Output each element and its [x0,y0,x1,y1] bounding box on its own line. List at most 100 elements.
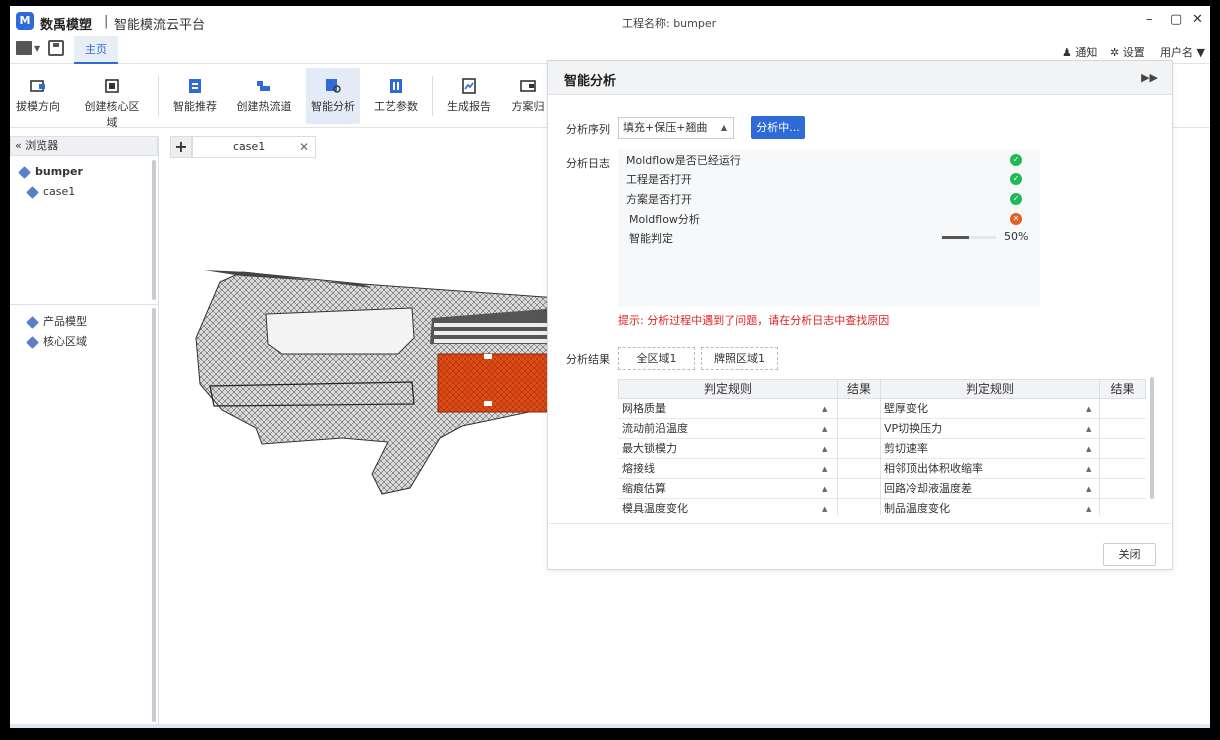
browser-title: 浏览器 [25,139,59,152]
tool-plan-archive[interactable]: 方案归 [510,68,546,124]
rule-cell[interactable]: 网格质量 [618,399,837,419]
rule-cell[interactable]: 回路冷却液温度差 [880,479,1099,499]
dropdown-caret-icon[interactable]: ▲ [822,485,827,493]
smart-recommend-icon [189,79,201,93]
model-scrollbar[interactable] [152,308,156,722]
tab-region-license[interactable]: 牌照区域1 [701,347,778,370]
tree-item-case[interactable]: case1 [26,185,76,199]
rule-cell[interactable]: 制品温度变化 [880,499,1099,515]
save-icon[interactable] [48,40,64,56]
log-row-label: 智能判定 [629,232,673,245]
tab-home[interactable]: 主页 [74,36,118,64]
user-menu[interactable]: 用户名 ▼ [1160,44,1205,60]
check-icon: ✓ [1010,193,1022,205]
rule-cell[interactable]: 相邻顶出体积收缩率 [880,459,1099,479]
hot-runner-icon [257,81,270,91]
tree-case-label: case1 [43,185,76,198]
tab-case[interactable]: case1 ✕ [192,136,316,158]
dropdown-caret-icon[interactable]: ▲ [1086,445,1091,453]
notify-link[interactable]: ♟ 通知 [1062,44,1097,60]
left-panel-border [158,136,159,728]
process-params-icon [390,79,402,93]
rule-cell[interactable]: 壁厚变化 [880,399,1099,419]
run-analysis-button[interactable]: 分析中... [751,116,805,139]
sequence-select[interactable]: 填充+保压+翘曲 ▲ [618,117,734,139]
dropdown-caret-icon[interactable]: ▲ [822,445,827,453]
result-cell [837,439,880,459]
log-row-label: 方案是否打开 [626,193,692,206]
column-divider [837,399,838,515]
panel-footer-divider [548,523,1172,524]
dropdown-caret-icon[interactable]: ▲ [1086,485,1091,493]
dropdown-caret-icon[interactable]: ▲ [1086,425,1091,433]
layer-icon [26,315,39,329]
tool-smart-analysis[interactable]: 智能分析 [306,68,360,124]
sequence-value: 填充+保压+翘曲 [623,121,708,134]
dropdown-caret-icon[interactable]: ▲ [822,465,827,473]
result-cell [1099,499,1146,515]
restore-button[interactable]: ▢ [1170,12,1182,27]
browser-scrollbar[interactable] [152,160,156,300]
column-divider [880,399,881,515]
tree-root-bumper[interactable]: bumper [18,165,83,179]
table-header: 结果 [837,379,881,399]
file-menu-icon[interactable] [16,41,32,55]
tool-smart-recommend[interactable]: 智能推荐 [170,68,220,124]
tree-item-core-region[interactable]: 核心区域 [26,333,87,349]
close-window-button[interactable]: ✕ [1192,12,1203,27]
dropdown-caret-icon[interactable]: ▲ [1086,405,1091,413]
result-cell [1099,399,1146,419]
case-tab-label: case1 [233,140,266,153]
close-tab-icon[interactable]: ✕ [299,137,309,157]
panel-title: 智能分析 [564,74,617,89]
log-row-label: Moldflow是否已经运行 [626,154,741,167]
result-cell [837,459,880,479]
gear-icon: ✲ [1110,46,1120,59]
dropdown-caret-icon[interactable]: ▲ [822,405,827,413]
progress-bar [942,236,996,239]
rule-cell[interactable]: 缩痕估算 [618,479,837,499]
tool-create-hot-runner[interactable]: 创建热流道 [234,68,294,124]
close-button[interactable]: 关闭 [1103,543,1156,566]
status-bar [10,724,1210,728]
dropdown-caret-icon[interactable]: ▲ [1086,505,1091,513]
collapse-panel-icon[interactable]: ▶▶ [1141,71,1158,84]
tab-region-all[interactable]: 全区域1 [618,347,695,370]
tool-label: 工艺参数 [374,100,418,113]
rule-cell[interactable]: VP切换压力 [880,419,1099,439]
tool-generate-report[interactable]: 生成报告 [444,68,494,124]
rule-cell[interactable]: 剪切速率 [880,439,1099,459]
result-cell [837,419,880,439]
minimize-button[interactable]: – [1146,12,1153,27]
table-header: 判定规则 [880,379,1100,399]
tree-item-product-model[interactable]: 产品模型 [26,313,87,329]
check-icon: ✓ [1010,173,1022,185]
rule-cell[interactable]: 熔接线 [618,459,837,479]
file-menu-caret-icon[interactable]: ▼ [34,44,40,53]
progress-text: 50% [1004,230,1029,243]
platform-name: 智能模流云平台 [114,18,206,33]
settings-link[interactable]: ✲ 设置 [1110,44,1145,60]
collapse-left-icon[interactable]: « [15,139,22,152]
brand-separator: | [104,14,109,29]
tool-create-core-region[interactable]: 创建核心区域 [80,68,144,129]
tool-process-params[interactable]: 工艺参数 [372,68,420,124]
dropdown-caret-icon[interactable]: ▲ [1086,465,1091,473]
dropdown-caret-icon[interactable]: ▲ [822,425,827,433]
tool-label: 生成报告 [447,100,491,113]
sequence-label: 分析序列 [566,123,610,136]
rule-cell[interactable]: 最大锁模力 [618,439,837,459]
rule-cell[interactable]: 模具温度变化 [618,499,837,515]
model-viewport[interactable] [162,158,559,728]
tool-draft-direction[interactable]: 拔模方向 [14,68,62,124]
add-tab-button[interactable]: + [170,136,192,158]
layer-icon [26,185,39,199]
result-cell [837,399,880,419]
model-item-label: 核心区域 [43,335,87,348]
brand-name: 数禹模塑 [40,18,93,33]
dropdown-caret-icon[interactable]: ▲ [822,505,827,513]
table-scrollbar[interactable] [1150,377,1154,499]
dropdown-caret-icon: ▲ [720,123,727,132]
rule-cell[interactable]: 流动前沿温度 [618,419,837,439]
toolbar-divider [158,76,159,116]
